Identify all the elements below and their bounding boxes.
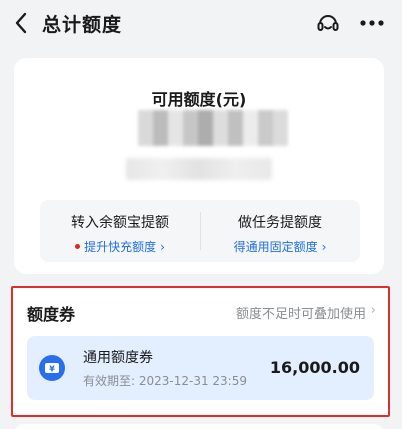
coupon-item[interactable]: ¥ 通用额度券 有效期至: 2023-12-31 23:59 16,000.00	[27, 336, 374, 400]
action-link[interactable]: 得通用固定额度 ›	[200, 238, 360, 255]
boost-actions-panel: 转入余额宝提额 提升快充额度 › 做任务提额度 得通用固定额度 ›	[40, 200, 360, 262]
chevron-right-icon[interactable]: ›	[371, 303, 376, 318]
action-title: 做任务提额度	[238, 215, 322, 231]
top-bar: 总计额度	[0, 0, 402, 46]
chevron-left-icon[interactable]	[14, 12, 28, 34]
coupon-validity: 有效期至: 2023-12-31 23:59	[83, 374, 247, 388]
action-link[interactable]: 提升快充额度 ›	[40, 238, 200, 255]
chevron-right-icon: ›	[160, 239, 165, 254]
coupon-hint[interactable]: 额度不足时可叠加使用	[236, 303, 366, 322]
coupon-section-title: 额度券	[27, 305, 76, 324]
notification-dot	[75, 244, 81, 249]
page-title: 总计额度	[42, 14, 123, 36]
action-title: 转入余额宝提额	[71, 215, 169, 231]
masked-sub-text	[126, 158, 272, 180]
task-boost-action[interactable]: 做任务提额度 得通用固定额度 ›	[200, 200, 360, 262]
chevron-right-icon: ›	[321, 239, 327, 254]
action-link-label: 提升快充额度	[84, 240, 157, 254]
customer-service-icon[interactable]	[316, 11, 340, 35]
quota-card: 可用额度(元) 转入余额宝提额 提升快充额度 › 做任务提额度 得通用固定额度 …	[14, 58, 384, 274]
next-card-edge	[14, 424, 384, 429]
more-dots-icon[interactable]	[359, 19, 385, 27]
available-quota-label: 可用额度(元)	[151, 90, 247, 109]
coupon-amount: 16,000.00	[269, 358, 360, 377]
svg-text:¥: ¥	[49, 365, 55, 374]
masked-amount	[138, 110, 288, 146]
coupon-section: 额度券 额度不足时可叠加使用 › ¥ 通用额度券 有效期至: 2023-12-3…	[11, 286, 390, 417]
coupon-name: 通用额度券	[83, 350, 153, 366]
yuan-coupon-icon: ¥	[39, 355, 65, 381]
action-link-label: 得通用固定额度	[233, 240, 318, 254]
boost-transfer-action[interactable]: 转入余额宝提额 提升快充额度 ›	[40, 200, 200, 262]
